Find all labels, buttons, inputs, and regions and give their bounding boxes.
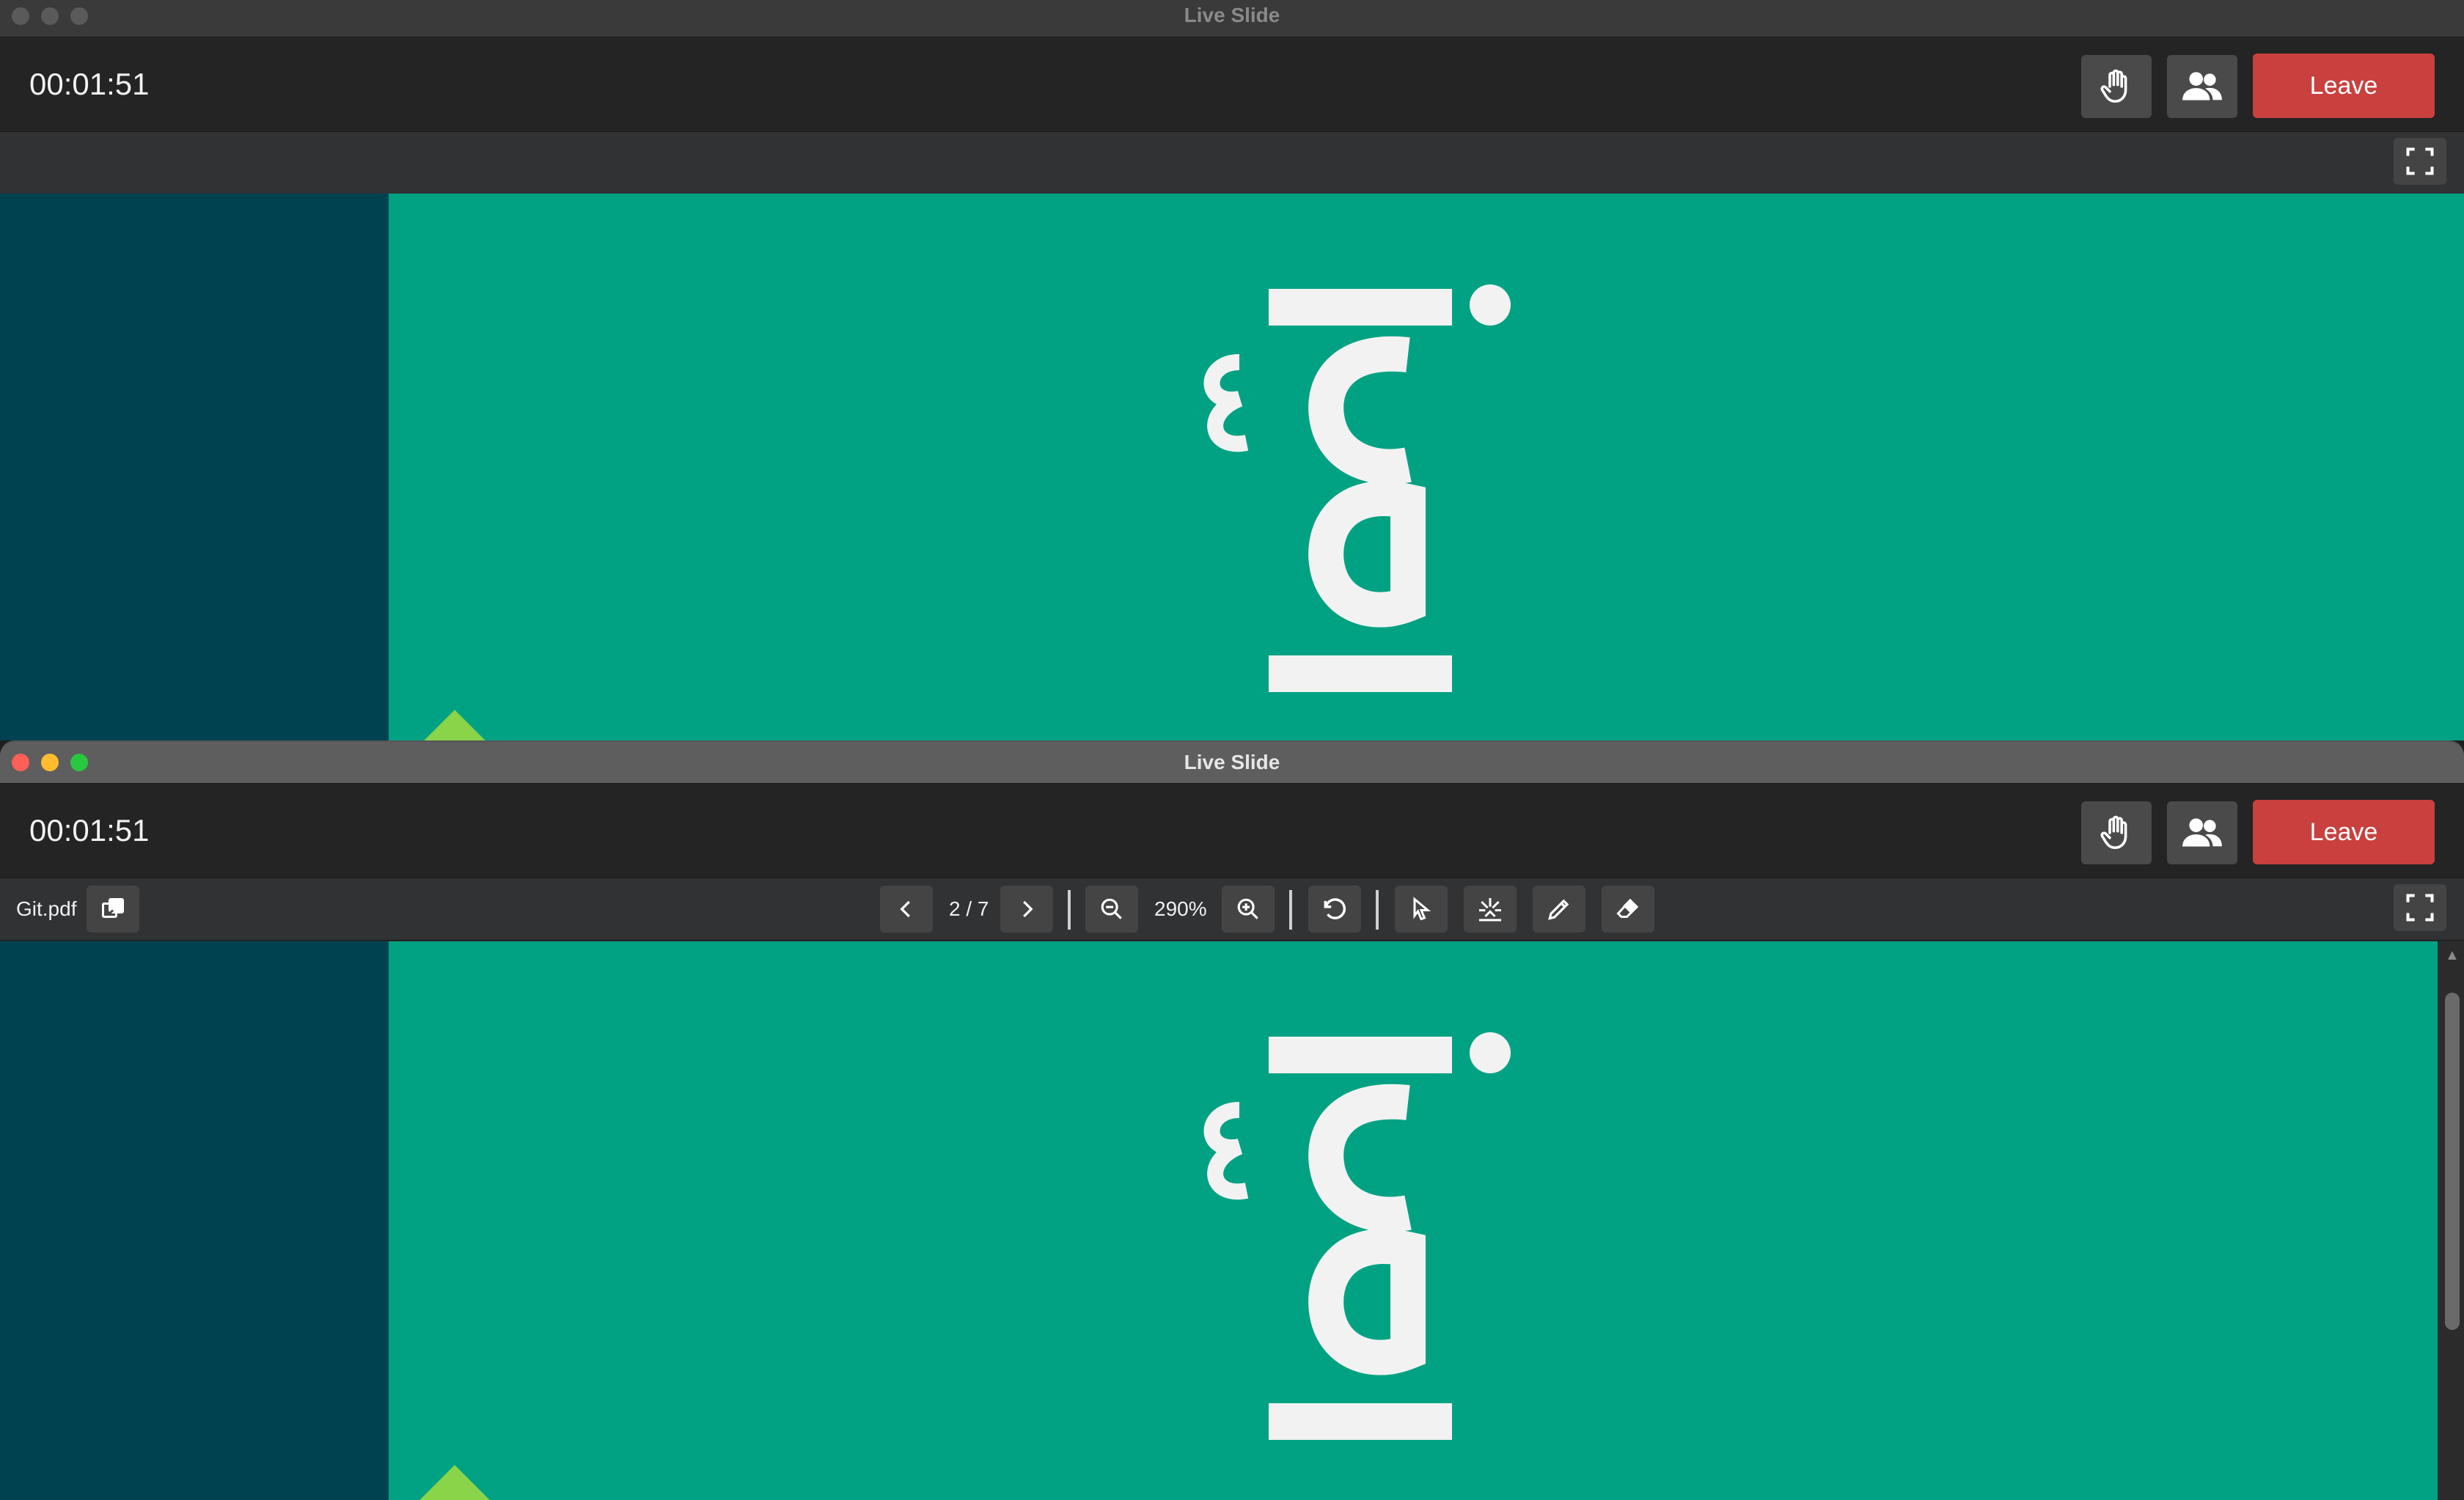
live-slide-window-background: Live Slide 00:01:51 Leave <box>0 0 2464 740</box>
window-title: Live Slide <box>1184 4 1280 26</box>
raise-hand-icon <box>2100 69 2127 103</box>
rotate-button[interactable] <box>1308 886 1361 933</box>
participants-button[interactable] <box>2167 801 2237 864</box>
participants-icon <box>2182 72 2222 100</box>
fullscreen-button[interactable] <box>2394 884 2446 931</box>
session-header: 00:01:51 Leave <box>0 37 2464 132</box>
live-slide-window-foreground: Live Slide 00:01:51 Leave Git.pdf 2 / 7 … <box>0 740 2464 1500</box>
slide-decoration-diamond <box>415 1465 494 1500</box>
page-indicator: 2 / 7 <box>949 897 989 920</box>
file-switch-icon <box>102 898 124 918</box>
raise-hand-button[interactable] <box>2081 801 2152 864</box>
fullscreen-icon <box>2406 894 2434 922</box>
leave-button[interactable]: Leave <box>2253 54 2435 118</box>
session-timer: 00:01:51 <box>29 67 150 101</box>
slide-vertical-word <box>1203 284 1511 692</box>
window-controls <box>12 754 88 771</box>
minimize-window-button[interactable] <box>41 7 59 25</box>
file-name: Git.pdf <box>16 897 77 920</box>
pointer-icon <box>1413 897 1431 921</box>
switch-file-button[interactable] <box>87 886 139 933</box>
slide-viewport[interactable] <box>0 194 2464 740</box>
zoom-window-button[interactable] <box>70 754 88 771</box>
laser-tool-button[interactable] <box>1464 886 1517 933</box>
toolbar-divider <box>1289 890 1292 930</box>
slide-viewport[interactable] <box>0 941 2438 1500</box>
raise-hand-icon <box>2100 815 2127 850</box>
slide-dark-panel <box>0 941 389 1500</box>
vertical-scrollbar[interactable]: ▲ <box>2438 941 2464 1500</box>
laser-icon <box>1479 898 1501 922</box>
prev-page-icon <box>900 900 910 918</box>
slide-vertical-word <box>1203 1032 1511 1440</box>
window-controls <box>12 7 88 25</box>
eraser-icon <box>1616 898 1639 918</box>
title-bar[interactable]: Live Slide <box>0 742 2464 784</box>
zoom-out-button[interactable] <box>1085 886 1138 933</box>
window-title: Live Slide <box>1184 751 1280 773</box>
pen-tool-button[interactable] <box>1533 886 1585 933</box>
eraser-tool-button[interactable] <box>1602 886 1654 933</box>
scrollbar-thumb[interactable] <box>2445 993 2460 1330</box>
next-page-button[interactable] <box>1000 886 1053 933</box>
pen-icon <box>1548 899 1569 920</box>
previous-page-button[interactable] <box>880 886 933 933</box>
zoom-window-button[interactable] <box>70 7 88 25</box>
session-header: 00:01:51 Leave <box>0 784 2464 878</box>
next-page-icon <box>1023 900 1033 918</box>
close-window-button[interactable] <box>12 7 29 25</box>
slide-toolbar <box>0 132 2464 194</box>
minimize-window-button[interactable] <box>41 754 59 771</box>
zoom-in-icon <box>1237 898 1258 919</box>
slide-decoration-diamond <box>415 710 494 740</box>
fullscreen-button[interactable] <box>2394 138 2446 185</box>
leave-button[interactable]: Leave <box>2253 800 2435 864</box>
zoom-out-icon <box>1101 898 1122 919</box>
pointer-tool-button[interactable] <box>1395 886 1448 933</box>
toolbar-divider <box>1376 890 1379 930</box>
toolbar-divider <box>1068 890 1071 930</box>
raise-hand-button[interactable] <box>2081 55 2152 118</box>
participants-icon <box>2182 818 2222 847</box>
zoom-level: 290% <box>1154 897 1207 920</box>
zoom-in-button[interactable] <box>1222 886 1275 933</box>
slide-dark-panel <box>0 194 389 740</box>
title-bar[interactable]: Live Slide <box>0 0 2464 37</box>
participants-button[interactable] <box>2167 55 2237 118</box>
scroll-up-arrow[interactable]: ▲ <box>2445 947 2460 964</box>
rotate-icon <box>1324 898 1346 919</box>
session-timer: 00:01:51 <box>29 813 150 848</box>
slide-toolbar: Git.pdf 2 / 7 290% <box>0 878 2464 941</box>
fullscreen-icon <box>2406 147 2434 175</box>
close-window-button[interactable] <box>12 754 29 771</box>
